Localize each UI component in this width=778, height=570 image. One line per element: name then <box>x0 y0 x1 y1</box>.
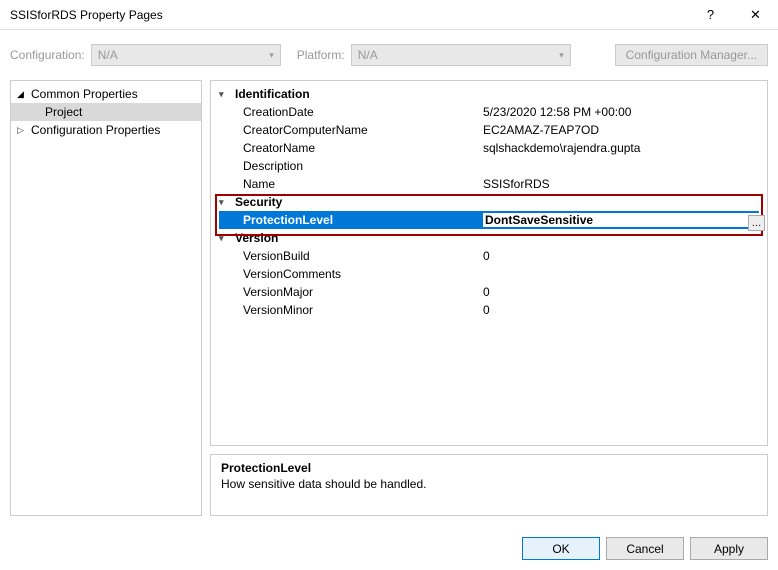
key: Description <box>219 159 483 173</box>
footer: OK Cancel Apply <box>0 526 778 570</box>
value: 5/23/2020 12:58 PM +00:00 <box>483 105 759 119</box>
tree-label: Project <box>45 105 82 119</box>
row-description[interactable]: Description <box>219 157 759 175</box>
key: VersionComments <box>219 267 483 281</box>
key: CreatorName <box>219 141 483 155</box>
configuration-value: N/A <box>98 48 118 62</box>
row-protectionlevel[interactable]: ProtectionLevelDontSaveSensitive <box>219 211 759 229</box>
value: sqlshackdemo\rajendra.gupta <box>483 141 759 155</box>
property-grid: ▾Identification CreationDate5/23/2020 12… <box>210 80 768 446</box>
platform-label: Platform: <box>297 48 345 62</box>
configuration-manager-button[interactable]: Configuration Manager... <box>615 44 768 66</box>
row-versionminor[interactable]: VersionMinor0 <box>219 301 759 319</box>
tree-label: Common Properties <box>31 87 138 101</box>
collapse-icon: ▾ <box>219 233 229 244</box>
key: CreatorComputerName <box>219 123 483 137</box>
body: ◢ Common Properties Project ▷ Configurat… <box>0 70 778 526</box>
value: EC2AMAZ-7EAP7OD <box>483 123 759 137</box>
tree-common-properties[interactable]: ◢ Common Properties <box>11 85 201 103</box>
ok-button[interactable]: OK <box>522 537 600 560</box>
tree-expand-icon: ▷ <box>17 125 27 136</box>
platform-combo[interactable]: N/A ▾ <box>351 44 571 66</box>
row-versioncomments[interactable]: VersionComments <box>219 265 759 283</box>
description-title: ProtectionLevel <box>221 461 757 475</box>
window-title: SSISforRDS Property Pages <box>10 8 688 22</box>
chevron-down-icon: ▾ <box>269 50 274 61</box>
titlebar: SSISforRDS Property Pages ? ✕ <box>0 0 778 30</box>
key: VersionBuild <box>219 249 483 263</box>
category-version[interactable]: ▾Version <box>219 229 759 247</box>
toolbar: Configuration: N/A ▾ Platform: N/A ▾ Con… <box>0 40 778 70</box>
tree: ◢ Common Properties Project ▷ Configurat… <box>10 80 202 516</box>
tree-collapse-icon: ◢ <box>17 89 27 100</box>
value: SSISforRDS <box>483 177 759 191</box>
value: DontSaveSensitive <box>483 213 759 227</box>
row-name[interactable]: NameSSISforRDS <box>219 175 759 193</box>
row-creationdate[interactable]: CreationDate5/23/2020 12:58 PM +00:00 <box>219 103 759 121</box>
collapse-icon: ▾ <box>219 197 229 208</box>
cancel-button[interactable]: Cancel <box>606 537 684 560</box>
row-versionbuild[interactable]: VersionBuild0 <box>219 247 759 265</box>
tree-project[interactable]: Project <box>11 103 201 121</box>
configuration-combo[interactable]: N/A ▾ <box>91 44 281 66</box>
row-versionmajor[interactable]: VersionMajor0 <box>219 283 759 301</box>
right-column: ▾Identification CreationDate5/23/2020 12… <box>210 80 768 516</box>
value: 0 <box>483 249 759 263</box>
key: ProtectionLevel <box>219 213 483 227</box>
collapse-icon: ▾ <box>219 89 229 100</box>
apply-button[interactable]: Apply <box>690 537 768 560</box>
description-text: How sensitive data should be handled. <box>221 477 757 491</box>
key: CreationDate <box>219 105 483 119</box>
configuration-label: Configuration: <box>10 48 85 62</box>
key: VersionMajor <box>219 285 483 299</box>
category-identification[interactable]: ▾Identification <box>219 85 759 103</box>
category-security[interactable]: ▾Security <box>219 193 759 211</box>
value: 0 <box>483 303 759 317</box>
key: Name <box>219 177 483 191</box>
key: VersionMinor <box>219 303 483 317</box>
help-button[interactable]: ? <box>688 0 733 30</box>
chevron-down-icon: ▾ <box>559 50 564 61</box>
row-creatorname[interactable]: CreatorNamesqlshackdemo\rajendra.gupta <box>219 139 759 157</box>
platform-value: N/A <box>358 48 378 62</box>
row-creatorcomputername[interactable]: CreatorComputerNameEC2AMAZ-7EAP7OD <box>219 121 759 139</box>
close-button[interactable]: ✕ <box>733 0 778 30</box>
tree-configuration-properties[interactable]: ▷ Configuration Properties <box>11 121 201 139</box>
ellipsis-button[interactable]: … <box>748 215 765 231</box>
description-pane: ProtectionLevel How sensitive data shoul… <box>210 454 768 516</box>
value: 0 <box>483 285 759 299</box>
tree-label: Configuration Properties <box>31 123 160 137</box>
